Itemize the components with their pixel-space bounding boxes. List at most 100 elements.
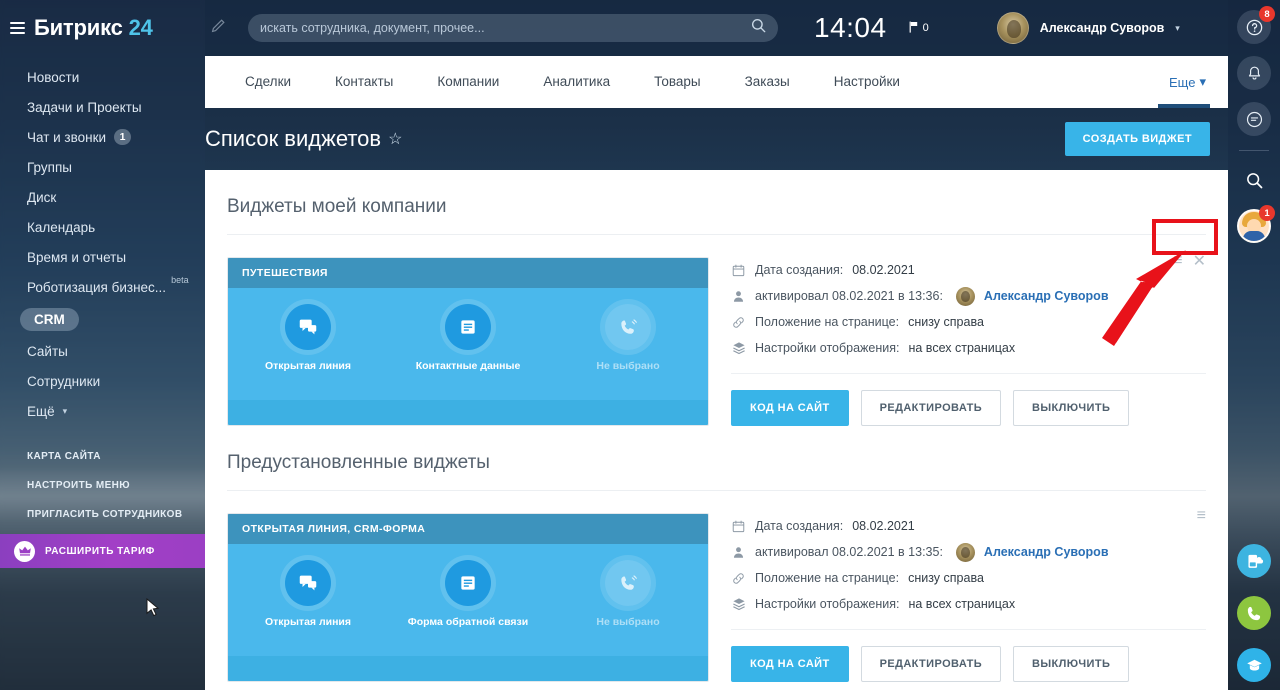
tab-orders[interactable]: Заказы bbox=[723, 56, 812, 108]
widget-preview-title: ПУТЕШЕСТВИЯ bbox=[228, 258, 708, 288]
widget-tile-open-line[interactable]: Открытая линия bbox=[238, 304, 378, 373]
sidebar-item-chat[interactable]: Чат и звонки 1 bbox=[0, 122, 205, 152]
flag-counter[interactable]: 0 bbox=[909, 21, 929, 36]
pencil-icon[interactable] bbox=[210, 18, 226, 39]
calendar-icon bbox=[731, 264, 746, 277]
sidebar-item-news[interactable]: Новости bbox=[0, 62, 205, 92]
create-widget-button[interactable]: СОЗДАТЬ ВИДЖЕТ bbox=[1064, 122, 1210, 156]
user-avatar-icon[interactable]: 1 bbox=[1237, 205, 1275, 243]
bell-icon[interactable] bbox=[1237, 56, 1271, 90]
disable-button[interactable]: ВЫКЛЮЧИТЬ bbox=[1013, 390, 1130, 426]
info-line-position: Положение на странице: снизу справа bbox=[731, 309, 1206, 335]
widgets-panel: Виджеты моей компании ПУТЕШЕСТВИЯ Открыт… bbox=[205, 170, 1228, 690]
user-menu[interactable]: Александр Суворов ▾ bbox=[996, 12, 1180, 44]
avatar bbox=[955, 286, 975, 306]
info-person-link[interactable]: Александр Суворов bbox=[984, 289, 1109, 303]
graduation-cap-icon[interactable] bbox=[1237, 648, 1271, 682]
info-label: активировал 08.02.2021 в 13:35: bbox=[755, 545, 943, 559]
sidebar-item-employees[interactable]: Сотрудники bbox=[0, 366, 205, 396]
menu-icon[interactable] bbox=[10, 22, 25, 34]
person-icon bbox=[731, 546, 746, 559]
info-value: 08.02.2021 bbox=[852, 263, 915, 277]
info-line-position: Положение на странице: снизу справа bbox=[731, 565, 1206, 591]
page-title-band: Список виджетов ☆ СОЗДАТЬ ВИДЖЕТ bbox=[205, 108, 1228, 170]
tab-products[interactable]: Товары bbox=[632, 56, 722, 108]
info-label: Положение на странице: bbox=[755, 315, 900, 329]
widget-tile-not-selected[interactable]: Не выбрано bbox=[558, 560, 698, 629]
sidebar-item-label: Новости bbox=[27, 69, 80, 85]
sidebar-item-automation[interactable]: Роботизация бизнес... beta bbox=[0, 272, 205, 302]
sidebar-item-calendar[interactable]: Календарь bbox=[0, 212, 205, 242]
chat-icon bbox=[285, 304, 331, 350]
widget-tile-label: Открытая линия bbox=[264, 360, 352, 372]
desktop-background: Битрикс 24 Новости Задачи и Проекты Чат … bbox=[0, 0, 1280, 690]
search-icon[interactable] bbox=[751, 18, 766, 38]
widget-tile-not-selected[interactable]: Не выбрано bbox=[558, 304, 698, 373]
edit-button[interactable]: РЕДАКТИРОВАТЬ bbox=[860, 646, 1002, 682]
hamburger-icon[interactable]: ≡ bbox=[1173, 252, 1182, 270]
document-icon bbox=[445, 304, 491, 350]
avatar bbox=[996, 12, 1029, 44]
search-input[interactable]: искать сотрудника, документ, прочее... bbox=[248, 14, 778, 42]
widget-tile-open-line[interactable]: Открытая линия bbox=[238, 560, 378, 629]
avatar-badge: 1 bbox=[1259, 205, 1275, 221]
hamburger-icon[interactable]: ≡ bbox=[1197, 507, 1206, 525]
widget-tile-label: Не выбрано bbox=[596, 616, 660, 628]
info-value: 08.02.2021 bbox=[852, 519, 915, 533]
site-widget-icon[interactable] bbox=[1237, 544, 1271, 578]
info-label: Положение на странице: bbox=[755, 571, 900, 585]
sidebar-item-sitemap[interactable]: Карта сайта bbox=[0, 442, 205, 471]
disable-button[interactable]: ВЫКЛЮЧИТЬ bbox=[1013, 646, 1130, 682]
flag-icon bbox=[909, 21, 919, 36]
logo-text: Битрикс bbox=[34, 15, 123, 40]
tab-analytics[interactable]: Аналитика bbox=[521, 56, 632, 108]
sidebar-item-label: CRM bbox=[20, 307, 79, 331]
widget-tile-feedback-form[interactable]: Форма обратной связи bbox=[398, 560, 538, 629]
tab-companies[interactable]: Компании bbox=[415, 56, 521, 108]
page-title: Список виджетов ☆ bbox=[205, 126, 402, 152]
widget-tile-contact-data[interactable]: Контактные данные bbox=[398, 304, 538, 373]
widget-preview-card[interactable]: ПУТЕШЕСТВИЯ Открытая линия Контактные да… bbox=[227, 257, 709, 426]
close-icon[interactable]: ✕ bbox=[1193, 251, 1206, 271]
info-value: снизу справа bbox=[908, 315, 984, 329]
avatar bbox=[955, 542, 975, 562]
search-icon[interactable] bbox=[1237, 163, 1271, 197]
tab-more[interactable]: Еще ▾ bbox=[1169, 74, 1206, 90]
person-icon bbox=[731, 290, 746, 303]
code-to-site-button[interactable]: КОД НА САЙТ bbox=[731, 390, 849, 426]
star-outline-icon[interactable]: ☆ bbox=[388, 129, 402, 149]
sidebar-item-more[interactable]: Ещё ▾ bbox=[0, 396, 205, 426]
widget-preview-card[interactable]: ОТКРЫТАЯ ЛИНИЯ, CRM-ФОРМА Открытая линия… bbox=[227, 513, 709, 682]
sidebar-item-label: Сайты bbox=[27, 343, 68, 359]
flag-count: 0 bbox=[922, 22, 929, 34]
sidebar-item-invite-employees[interactable]: Пригласить сотрудников bbox=[0, 500, 205, 529]
sidebar-item-sites[interactable]: Сайты bbox=[0, 336, 205, 366]
edit-button[interactable]: РЕДАКТИРОВАТЬ bbox=[860, 390, 1002, 426]
sidebar-item-tasks[interactable]: Задачи и Проекты bbox=[0, 92, 205, 122]
tab-more-label: Еще bbox=[1169, 74, 1196, 90]
chevron-down-icon: ▾ bbox=[1199, 74, 1206, 89]
upgrade-plan-button[interactable]: Расширить тариф bbox=[0, 534, 205, 568]
tab-settings[interactable]: Настройки bbox=[812, 56, 922, 108]
tab-deals[interactable]: Сделки bbox=[223, 56, 313, 108]
tab-contacts[interactable]: Контакты bbox=[313, 56, 415, 108]
widget-info-column: ≡ ✕ Дата создания: 08.02.2021 активирова… bbox=[709, 252, 1206, 426]
sidebar-item-crm[interactable]: CRM bbox=[0, 302, 205, 336]
sidebar-item-configure-menu[interactable]: Настроить меню bbox=[0, 471, 205, 500]
sidebar-item-label: Чат и звонки bbox=[27, 129, 107, 145]
sidebar-item-time-reports[interactable]: Время и отчеты bbox=[0, 242, 205, 272]
widget-card-actions: ≡ bbox=[1197, 507, 1206, 525]
chat-bubble-icon[interactable] bbox=[1237, 102, 1271, 136]
sidebar-item-disk[interactable]: Диск bbox=[0, 182, 205, 212]
info-person-link[interactable]: Александр Суворов bbox=[984, 545, 1109, 559]
right-toolbar: 8 1 bbox=[1228, 0, 1280, 690]
search-placeholder: искать сотрудника, документ, прочее... bbox=[260, 21, 485, 35]
sidebar-item-groups[interactable]: Группы bbox=[0, 152, 205, 182]
chevron-down-icon: ▾ bbox=[1175, 22, 1180, 33]
logo-row[interactable]: Битрикс 24 bbox=[0, 0, 205, 56]
clock-display: 14:04 bbox=[814, 12, 887, 43]
help-icon[interactable]: 8 bbox=[1237, 6, 1275, 44]
phone-call-icon[interactable] bbox=[1237, 596, 1271, 630]
code-to-site-button[interactable]: КОД НА САЙТ bbox=[731, 646, 849, 682]
upgrade-plan-label: Расширить тариф bbox=[45, 545, 155, 557]
